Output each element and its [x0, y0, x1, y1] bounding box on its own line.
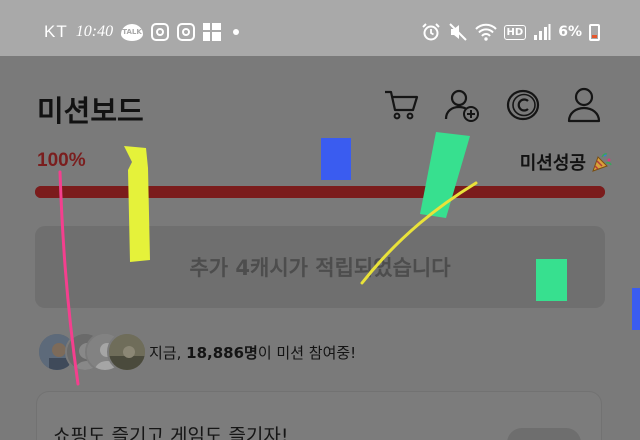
- cart-icon[interactable]: [382, 86, 420, 124]
- wifi-icon: [474, 23, 497, 41]
- clock: 10:40: [75, 23, 114, 40]
- carrier-label: KT: [44, 22, 68, 41]
- status-bar: KT 10:40 TALK HD 6%: [0, 0, 640, 56]
- participants-suffix: 이 미션 참여중!: [257, 343, 357, 362]
- mission-success: 미션성공: [520, 149, 612, 175]
- reward-notice-text: 추가 4캐시가 적립되었습니다: [189, 256, 451, 280]
- reward-notice: 추가 4캐시가 적립되었습니다: [35, 226, 605, 308]
- signal-icon: [534, 24, 551, 40]
- mission-progress-bar: [35, 186, 605, 198]
- hd-icon: HD: [503, 24, 527, 40]
- status-bar-right: HD 6%: [421, 22, 600, 42]
- participants-text: 지금, 18,886명이 미션 참여중!: [149, 342, 356, 363]
- battery-level: 6%: [558, 24, 582, 40]
- app-header: 미션보드: [0, 56, 640, 152]
- kakaotalk-icon: TALK: [121, 23, 144, 41]
- participants-row: 지금, 18,886명이 미션 참여중!: [37, 332, 356, 372]
- battery-icon: [589, 23, 600, 41]
- participants-prefix: 지금,: [149, 343, 187, 362]
- instagram-icon: [177, 23, 196, 41]
- blue-edge-mark: [632, 288, 640, 330]
- add-friend-icon[interactable]: [443, 86, 481, 124]
- alarm-icon: [421, 23, 440, 41]
- party-popper-icon: [592, 153, 612, 172]
- mission-success-label: 미션성공: [519, 153, 586, 174]
- app-grid-icon: [203, 23, 222, 41]
- participants-count: 18,886명: [186, 343, 258, 362]
- notification-dot-icon: [233, 29, 240, 35]
- mission-progress-fill: [35, 186, 605, 198]
- profile-icon[interactable]: [565, 86, 603, 124]
- participant-avatars: [37, 332, 147, 372]
- mute-icon: [448, 23, 467, 41]
- promo-card-title: 쇼핑도 즐기고 게임도 즐기자!: [53, 425, 289, 440]
- instagram-icon: [151, 23, 170, 41]
- status-bar-left: KT 10:40 TALK: [44, 22, 240, 42]
- avatar: [107, 332, 147, 372]
- page-title: 미션보드: [37, 94, 144, 128]
- promo-card[interactable]: 쇼핑도 즐기고 게임도 즐기자!: [37, 392, 601, 440]
- progress-percent: 100%: [37, 150, 86, 171]
- promo-card-button[interactable]: [507, 428, 581, 440]
- coin-icon[interactable]: [504, 86, 542, 124]
